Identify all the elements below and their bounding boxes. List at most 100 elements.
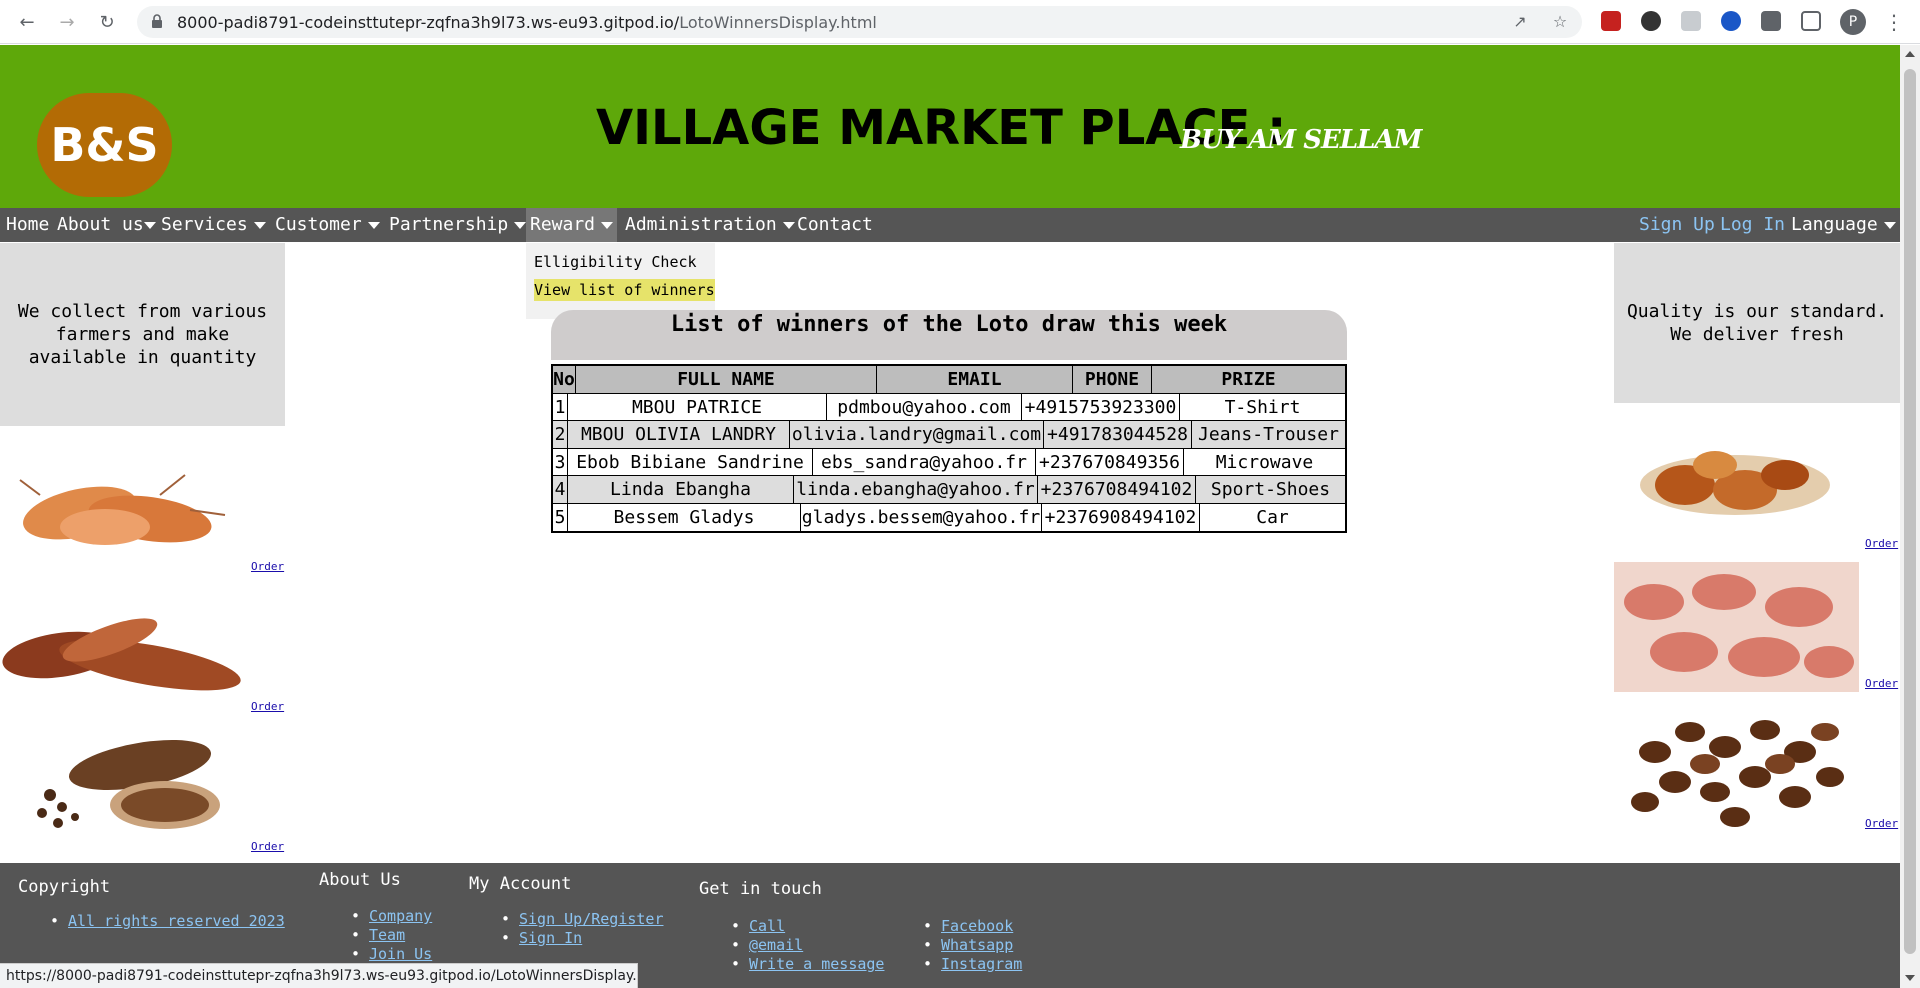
header-email: EMAIL xyxy=(877,366,1073,393)
footer-account-list: Sign Up/Register Sign In xyxy=(519,910,664,948)
side-panel-icon[interactable] xyxy=(1801,11,1821,31)
extensions-puzzle-icon[interactable] xyxy=(1761,11,1781,31)
lock-icon xyxy=(152,14,162,28)
order-link[interactable]: Order xyxy=(251,560,284,573)
scroll-down-icon[interactable] xyxy=(1905,975,1915,981)
browser-status-bar: https://8000-padi8791-codeinsttutepr-zqf… xyxy=(0,963,638,988)
nav-partnership[interactable]: Partnership xyxy=(389,208,527,242)
header-full-name: FULL NAME xyxy=(576,366,877,393)
extension-globe-icon[interactable] xyxy=(1721,11,1741,31)
call-link[interactable]: Call xyxy=(749,917,785,935)
nav-services[interactable]: Services xyxy=(161,208,266,242)
menu-item-view-winners[interactable]: View list of winners xyxy=(534,279,715,301)
sign-in-link[interactable]: Sign In xyxy=(519,929,582,947)
cell-no: 3 xyxy=(553,448,568,475)
list-item: @email xyxy=(749,936,884,955)
nav-log-in[interactable]: Log In xyxy=(1720,208,1785,242)
site-slogan: BUY AM SELLAM xyxy=(1180,125,1422,155)
cell-prize: Microwave xyxy=(1215,451,1314,473)
winners-panel: List of winners of the Loto draw this we… xyxy=(551,310,1347,360)
profile-avatar[interactable]: P xyxy=(1840,9,1866,35)
list-item: Whatsapp xyxy=(941,936,1022,955)
cell-no: 1 xyxy=(553,393,568,420)
cell-name: MBOU OLIVIA LANDRY xyxy=(568,421,790,448)
cell-email: olivia.landry@gmail.com xyxy=(790,421,1044,448)
cell-name: Bessem Gladys xyxy=(568,503,801,531)
table-row: 4 Linda Ebangha linda.ebangha@yahoo.fr +… xyxy=(553,476,1345,504)
footer-about-list: Company Team Join Us xyxy=(369,907,432,964)
peanuts-image xyxy=(1614,562,1859,692)
list-item: All rights reserved 2023 xyxy=(68,912,285,931)
order-link[interactable]: Order xyxy=(1865,817,1898,830)
cell-prize: T-Shirt xyxy=(1224,396,1301,418)
extension-shield-icon[interactable] xyxy=(1681,11,1701,31)
site-header: B&S VILLAGE MARKET PLACE : BUY AM SELLAM xyxy=(0,45,1900,208)
footer-copyright-list: All rights reserved 2023 xyxy=(68,912,285,931)
bookmark-star-icon[interactable]: ☆ xyxy=(1550,12,1570,32)
header-no: No xyxy=(553,366,576,393)
back-arrow-icon[interactable]: ← xyxy=(15,10,39,34)
menu-item-eligibility-check[interactable]: Elligibility Check xyxy=(534,251,697,273)
email-link[interactable]: @email xyxy=(749,936,803,954)
join-us-link[interactable]: Join Us xyxy=(369,945,432,963)
cell-phone: +4915753923300 xyxy=(1022,393,1180,420)
cell-email: gladys.bessem@yahoo.fr xyxy=(801,503,1042,531)
address-bar[interactable]: 8000-padi8791-codeinsttutepr-zqfna3h9l73… xyxy=(137,6,1582,38)
rights-reserved-link[interactable]: All rights reserved 2023 xyxy=(68,912,285,930)
cell-name: Linda Ebangha xyxy=(568,476,794,503)
table-row: 2 MBOU OLIVIA LANDRY olivia.landry@gmail… xyxy=(553,421,1345,449)
whatsapp-link[interactable]: Whatsapp xyxy=(941,936,1013,954)
winners-title: List of winners of the Loto draw this we… xyxy=(670,312,1228,337)
page-scrollbar[interactable] xyxy=(1900,45,1920,988)
list-item: Write a message xyxy=(749,955,884,974)
order-link[interactable]: Order xyxy=(251,840,284,853)
order-link[interactable]: Order xyxy=(251,700,284,713)
caret-down-icon xyxy=(514,221,527,229)
cell-name: Ebob Bibiane Sandrine xyxy=(568,448,813,475)
extension-dark-icon[interactable] xyxy=(1641,11,1661,31)
cell-phone: +2376908494102 xyxy=(1042,503,1200,531)
caret-down-icon xyxy=(253,221,266,229)
cell-prize: Sport-Shoes xyxy=(1210,479,1331,500)
footer-social-list: Facebook Whatsapp Instagram xyxy=(941,917,1022,974)
scroll-up-icon[interactable] xyxy=(1905,51,1915,57)
menu-dots-icon[interactable]: ⋮ xyxy=(1884,10,1904,34)
forward-arrow-icon[interactable]: → xyxy=(55,10,79,34)
scrollbar-thumb[interactable] xyxy=(1904,69,1916,954)
nav-contact[interactable]: Contact xyxy=(797,208,873,242)
list-item: Company xyxy=(369,907,432,926)
list-item: Facebook xyxy=(941,917,1022,936)
footer-copyright-heading: Copyright xyxy=(18,877,111,897)
winners-table: No FULL NAME EMAIL PHONE PRIZE 1 MBOU PA… xyxy=(551,364,1347,533)
write-message-link[interactable]: Write a message xyxy=(749,955,884,973)
instagram-link[interactable]: Instagram xyxy=(941,955,1022,973)
url-text: 8000-padi8791-codeinsttutepr-zqfna3h9l73… xyxy=(177,13,877,32)
main-nav: Home About us Services Customer Partners… xyxy=(0,208,1900,242)
order-link[interactable]: Order xyxy=(1865,677,1898,690)
nav-sign-up[interactable]: Sign Up xyxy=(1639,208,1715,242)
list-item: Instagram xyxy=(941,955,1022,974)
facebook-link[interactable]: Facebook xyxy=(941,917,1013,935)
site-logo[interactable]: B&S xyxy=(37,93,172,197)
reload-icon[interactable]: ↻ xyxy=(95,10,119,34)
team-link[interactable]: Team xyxy=(369,926,405,944)
company-link[interactable]: Company xyxy=(369,907,432,925)
footer-touch-list: Call @email Write a message xyxy=(749,917,884,974)
nav-home[interactable]: Home xyxy=(6,208,49,242)
kola-nut-image xyxy=(1640,451,1830,515)
nav-administration[interactable]: Administration xyxy=(625,208,795,242)
cell-phone: +237670849356 xyxy=(1036,448,1184,475)
order-link[interactable]: Order xyxy=(1865,537,1898,550)
list-item: Join Us xyxy=(369,945,432,964)
footer-account-heading: My Account xyxy=(469,874,572,894)
extension-red-icon[interactable] xyxy=(1601,11,1621,31)
share-icon[interactable]: ↗ xyxy=(1510,12,1530,32)
table-row: 3 Ebob Bibiane Sandrine ebs_sandra@yahoo… xyxy=(553,448,1345,476)
sign-up-register-link[interactable]: Sign Up/Register xyxy=(519,910,664,928)
cell-phone: +491783044528 xyxy=(1044,421,1192,448)
nav-language[interactable]: Language xyxy=(1791,208,1896,242)
nav-reward[interactable]: Reward xyxy=(526,208,618,242)
list-item: Team xyxy=(369,926,432,945)
nav-about[interactable]: About us xyxy=(57,208,156,242)
nav-customer[interactable]: Customer xyxy=(275,208,380,242)
